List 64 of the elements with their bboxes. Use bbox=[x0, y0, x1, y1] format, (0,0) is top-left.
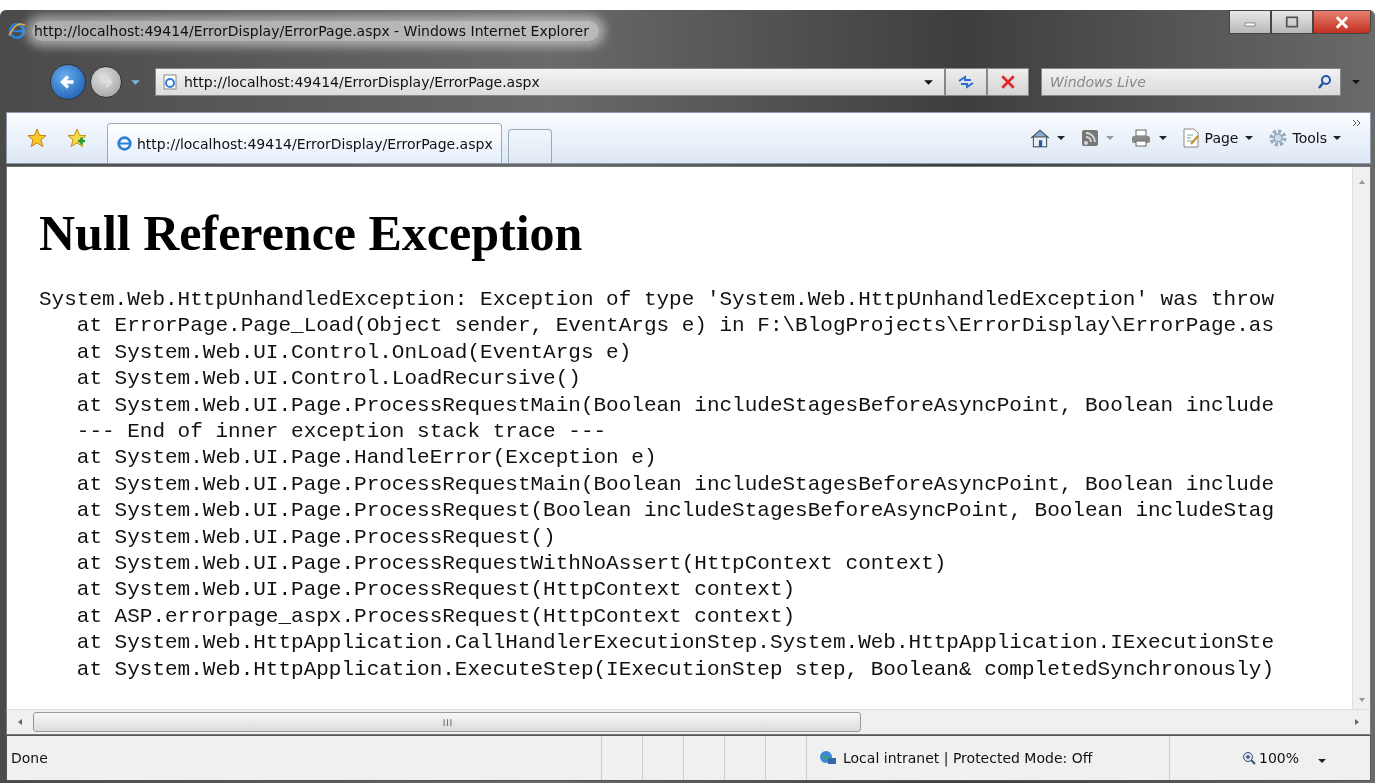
maximize-icon bbox=[1285, 16, 1299, 28]
page-heading: Null Reference Exception bbox=[39, 204, 584, 263]
caret-icon bbox=[1243, 135, 1254, 141]
stack-trace-line: at System.Web.UI.Page.ProcessRequestWithNoAssert(HttpContext context) bbox=[75, 551, 947, 578]
feed-icon bbox=[1079, 128, 1100, 148]
stack-trace-line: at System.Web.UI.Page.ProcessRequestMain(Boolean includeStagesBeforeAsyncPoint, Boolean include bbox=[75, 471, 1274, 498]
close-icon bbox=[1334, 15, 1350, 29]
stack-trace-line: at System.Web.UI.Page.ProcessRequest(HttpContext context) bbox=[75, 577, 796, 604]
globe-icon bbox=[819, 750, 837, 766]
stop-button[interactable] bbox=[987, 68, 1029, 96]
magnifier-icon bbox=[1242, 751, 1256, 765]
dropdown-caret-icon[interactable] bbox=[923, 78, 934, 86]
stop-icon bbox=[1000, 74, 1016, 90]
add-favorite-icon[interactable] bbox=[67, 128, 87, 148]
maximize-button[interactable] bbox=[1271, 10, 1313, 34]
page-menu-button[interactable]: Page bbox=[1177, 128, 1258, 148]
stack-trace-line: at System.Web.UI.Control.LoadRecursive() bbox=[75, 366, 581, 393]
stack-trace-line: at System.Web.HttpApplication.CallHandlerExecutionStep.System.Web.HttpApplication.IExecutionSte bbox=[75, 630, 1274, 657]
stack-trace-line: System.Web.HttpUnhandledException: Exception of type 'System.Web.HttpUnhandledException' was throw bbox=[39, 287, 1274, 313]
search-field[interactable]: Windows Live bbox=[1041, 68, 1341, 96]
stack-trace-line: at System.Web.UI.Control.OnLoad(EventArgs e) bbox=[75, 339, 632, 366]
scroll-left-icon[interactable] bbox=[17, 718, 23, 726]
window-title: http://localhost:49414/ErrorDisplay/ErrorPage.aspx - Windows Internet Explorer bbox=[32, 21, 599, 41]
page-icon bbox=[162, 74, 178, 90]
scroll-up-icon[interactable] bbox=[1357, 179, 1366, 185]
house-icon bbox=[1028, 127, 1051, 149]
back-button[interactable] bbox=[50, 64, 86, 100]
dropdown-caret-icon[interactable] bbox=[1317, 758, 1328, 764]
gear-icon bbox=[1267, 128, 1288, 148]
caret-icon bbox=[1104, 135, 1115, 141]
stack-trace-line: at System.Web.HttpApplication.ExecuteStep(IExecutionStep step, Boolean& completedSynchronously) bbox=[75, 656, 1274, 683]
horizontal-scrollbar[interactable] bbox=[6, 709, 1371, 735]
scrollbar-thumb[interactable] bbox=[33, 712, 861, 732]
vertical-scrollbar[interactable] bbox=[1352, 167, 1370, 709]
stack-trace-line: at System.Web.UI.Page.HandleError(Exception e) bbox=[75, 445, 657, 472]
tools-menu-button[interactable]: Tools bbox=[1263, 128, 1346, 148]
search-icon[interactable] bbox=[1317, 74, 1333, 90]
caret-icon bbox=[1157, 135, 1168, 141]
refresh-icon bbox=[956, 74, 976, 90]
minimize-button[interactable] bbox=[1229, 10, 1271, 34]
page-icon bbox=[1181, 128, 1200, 148]
stack-trace-line: at System.Web.UI.Page.ProcessRequestMain(Boolean includeStagesBeforeAsyncPoint, Boolean include bbox=[75, 392, 1274, 419]
browser-logo-icon bbox=[116, 135, 133, 152]
forward-button[interactable] bbox=[90, 66, 122, 98]
stack-trace-line: --- End of inner exception stack trace --- bbox=[75, 419, 607, 446]
status-text: Done bbox=[10, 750, 49, 766]
caret-icon bbox=[1332, 135, 1342, 141]
address-field[interactable]: http://localhost:49414/ErrorDisplay/ErrorPage.aspx bbox=[155, 68, 945, 96]
scroll-down-icon[interactable] bbox=[1357, 697, 1366, 703]
grip-icon bbox=[442, 717, 452, 727]
refresh-button[interactable] bbox=[945, 68, 987, 96]
security-zone-text: Local intranet | Protected Mode: Off bbox=[843, 750, 1093, 766]
zoom-button[interactable]: 100% bbox=[1169, 736, 1310, 780]
more-chevron-icon[interactable] bbox=[1352, 119, 1362, 127]
close-button[interactable] bbox=[1313, 10, 1371, 34]
stack-trace-line: at System.Web.UI.Page.ProcessRequest() bbox=[75, 524, 556, 551]
favorites-star-icon[interactable] bbox=[27, 128, 47, 148]
browser-tab[interactable]: http://localhost:49414/ErrorDisplay/ErrorPage.aspx bbox=[107, 123, 502, 163]
stack-trace-line: at ASP.errorpage_aspx.ProcessRequest(HttpContext context) bbox=[75, 603, 796, 630]
scroll-right-icon[interactable] bbox=[1354, 718, 1360, 726]
stack-trace-line: at System.Web.UI.Page.ProcessRequest(Boolean includeStagesBeforeAsyncPoint, Boolean includeStag bbox=[75, 498, 1274, 525]
caret-icon bbox=[1055, 135, 1066, 141]
stack-trace-line: at ErrorPage.Page_Load(Object sender, EventArgs e) in F:\BlogProjects\ErrorDisplay\ErrorPage.as bbox=[75, 313, 1274, 340]
browser-logo-icon bbox=[8, 22, 26, 40]
